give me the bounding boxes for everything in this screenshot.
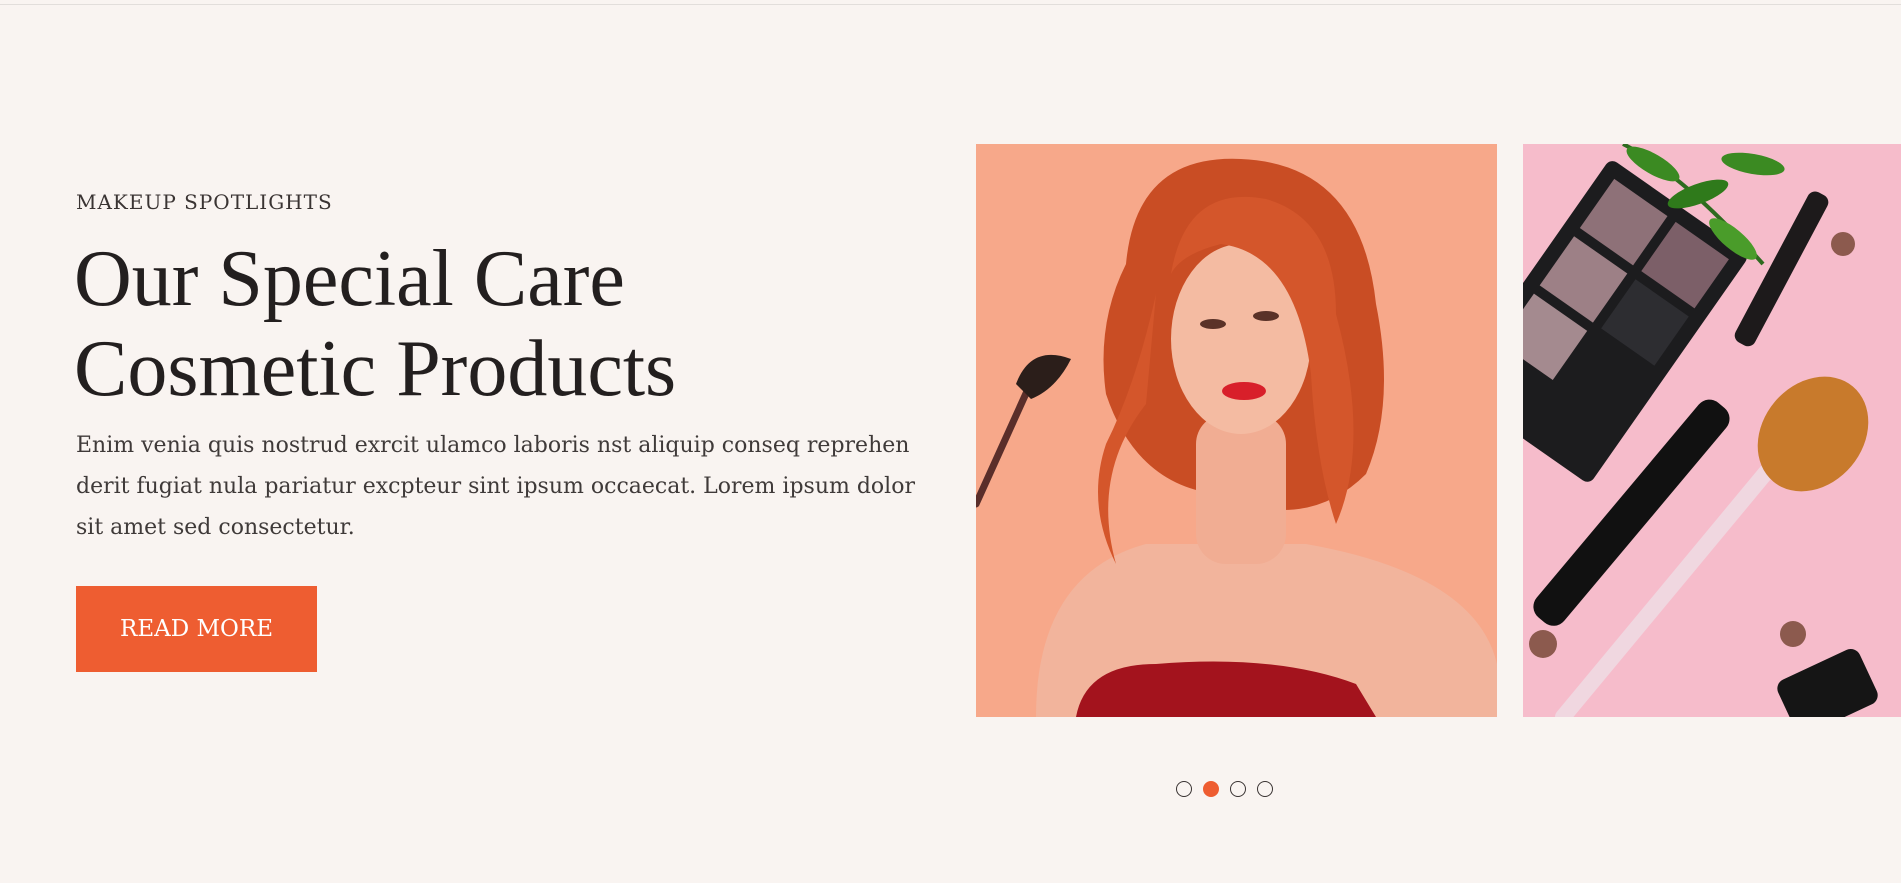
carousel-dot-2[interactable] bbox=[1203, 781, 1219, 797]
carousel-dot-1[interactable] bbox=[1176, 781, 1192, 797]
hero-description: Enim venia quis nostrud exrcit ulamco la… bbox=[76, 433, 915, 540]
title-line-1: Our Special Care bbox=[74, 235, 625, 323]
carousel-pagination bbox=[1176, 781, 1273, 797]
read-more-button[interactable]: READ MORE bbox=[76, 586, 317, 672]
title-line-2: Cosmetic Products bbox=[74, 325, 677, 413]
carousel-slide-products[interactable] bbox=[1523, 144, 1901, 717]
carousel-dot-4[interactable] bbox=[1257, 781, 1273, 797]
page-title: Our Special Care Cosmetic Products bbox=[74, 234, 834, 414]
model-portrait-image bbox=[976, 144, 1497, 717]
top-divider bbox=[0, 4, 1901, 5]
makeup-products-image bbox=[1523, 144, 1901, 717]
section-eyebrow: MAKEUP SPOTLIGHTS bbox=[76, 190, 333, 214]
carousel-slide-model[interactable] bbox=[976, 144, 1497, 717]
carousel-dot-3[interactable] bbox=[1230, 781, 1246, 797]
